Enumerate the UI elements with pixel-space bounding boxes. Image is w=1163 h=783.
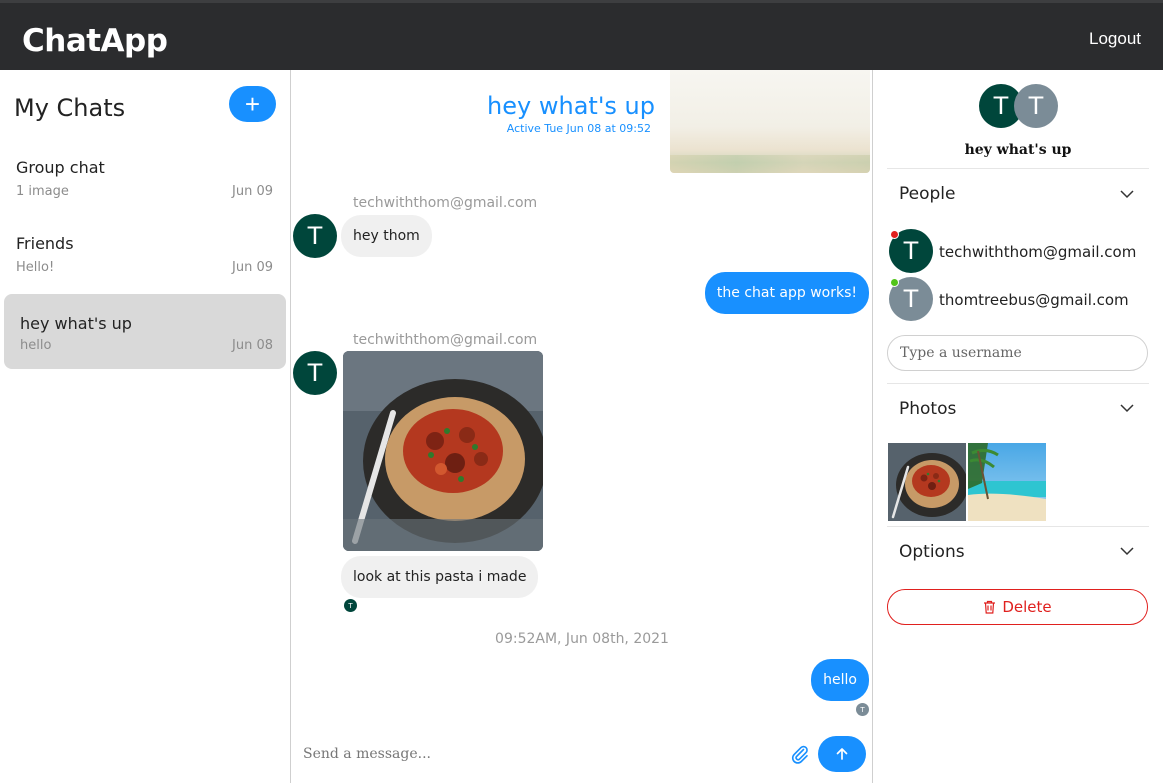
read-receipt-avatar: T: [856, 703, 869, 716]
chat-card-date: Jun 08: [232, 338, 273, 353]
chat-list-title: My Chats: [14, 94, 126, 122]
options-section-header[interactable]: Options: [899, 542, 965, 562]
avatar-initial: T: [903, 285, 919, 313]
chat-title: hey what's up: [487, 92, 655, 120]
people-section-header[interactable]: People: [899, 184, 955, 204]
avatar: T: [293, 214, 337, 258]
avatar: T: [1014, 84, 1058, 128]
message-composer: [291, 730, 872, 783]
delete-label: Delete: [1002, 598, 1052, 616]
chat-card-preview: 1 image: [16, 184, 69, 199]
avatar-initial: T: [993, 92, 1009, 120]
avatar: T: [293, 351, 337, 395]
avatar-initial: T: [307, 359, 323, 387]
delete-chat-button[interactable]: Delete: [887, 589, 1148, 625]
chat-app-window: ChatApp Logout My Chats + Group chat 1 i…: [0, 0, 1163, 783]
chat-card-group-chat[interactable]: Group chat 1 image Jun 09: [4, 140, 286, 215]
chat-card-friends[interactable]: Friends Hello! Jun 09: [4, 216, 286, 291]
message-input[interactable]: [303, 738, 773, 770]
read-receipt-avatar: T: [344, 599, 357, 612]
message-timestamp: 09:52AM, Jun 08th, 2021: [495, 631, 669, 647]
chat-card-date: Jun 09: [232, 260, 273, 275]
avatar-initial: T: [1028, 92, 1044, 120]
message-sender: techwiththom@gmail.com: [353, 195, 538, 211]
settings-chat-title: hey what's up: [964, 142, 1072, 158]
photos-section-header[interactable]: Photos: [899, 399, 956, 419]
message-bubble-outgoing: the chat app works!: [704, 272, 869, 314]
chat-card-name: hey what's up: [20, 314, 132, 333]
chat-settings-panel: T T hey what's up People T techwiththom@…: [873, 70, 1163, 783]
chat-card-hey-whats-up[interactable]: hey what's up hello Jun 08: [4, 294, 286, 369]
chat-feed: hey what's up Active Tue Jun 08 at 09:52…: [291, 70, 873, 783]
chat-avatars: T T: [979, 84, 1059, 128]
logout-button[interactable]: Logout: [1089, 29, 1141, 49]
top-bar: ChatApp Logout: [0, 0, 1163, 70]
chat-card-preview: Hello!: [16, 260, 55, 275]
chevron-down-icon[interactable]: [1119, 186, 1135, 202]
trash-icon: [984, 600, 996, 614]
plus-icon: +: [244, 89, 261, 119]
chat-card-date: Jun 09: [232, 184, 273, 199]
message-bubble-incoming: hey thom: [341, 215, 432, 257]
pasta-photo-attachment[interactable]: [343, 351, 543, 551]
chevron-down-icon[interactable]: [1119, 400, 1135, 416]
divider: [887, 168, 1149, 169]
avatar-initial: T: [903, 237, 919, 265]
online-status-dot: [890, 230, 899, 239]
send-button[interactable]: [818, 736, 866, 772]
message-sender: techwiththom@gmail.com: [353, 332, 538, 348]
person-email: techwiththom@gmail.com: [939, 243, 1137, 261]
online-status-dot: [890, 278, 899, 287]
add-username-input[interactable]: [887, 335, 1148, 371]
arrow-up-icon: [836, 748, 848, 760]
divider: [887, 526, 1149, 527]
chat-header-photo: [670, 70, 870, 173]
chat-active-status: Active Tue Jun 08 at 09:52: [506, 122, 651, 135]
message-bubble-incoming: look at this pasta i made: [341, 556, 539, 598]
message-bubble-outgoing: hello: [811, 659, 869, 701]
person-email: thomtreebus@gmail.com: [939, 291, 1129, 309]
app-brand: ChatApp: [22, 23, 168, 59]
chat-card-name: Friends: [16, 234, 74, 253]
photo-thumbnail-pasta[interactable]: [888, 443, 966, 521]
photo-thumbnail-beach[interactable]: [968, 443, 1046, 521]
divider: [887, 383, 1149, 384]
chat-list-panel: My Chats + Group chat 1 image Jun 09 Fri…: [0, 70, 291, 783]
chat-card-name: Group chat: [16, 158, 105, 177]
chat-card-preview: hello: [20, 338, 52, 353]
paperclip-icon[interactable]: [790, 744, 810, 764]
chevron-down-icon[interactable]: [1119, 543, 1135, 559]
avatar-initial: T: [307, 222, 323, 250]
new-chat-button[interactable]: +: [229, 86, 276, 122]
